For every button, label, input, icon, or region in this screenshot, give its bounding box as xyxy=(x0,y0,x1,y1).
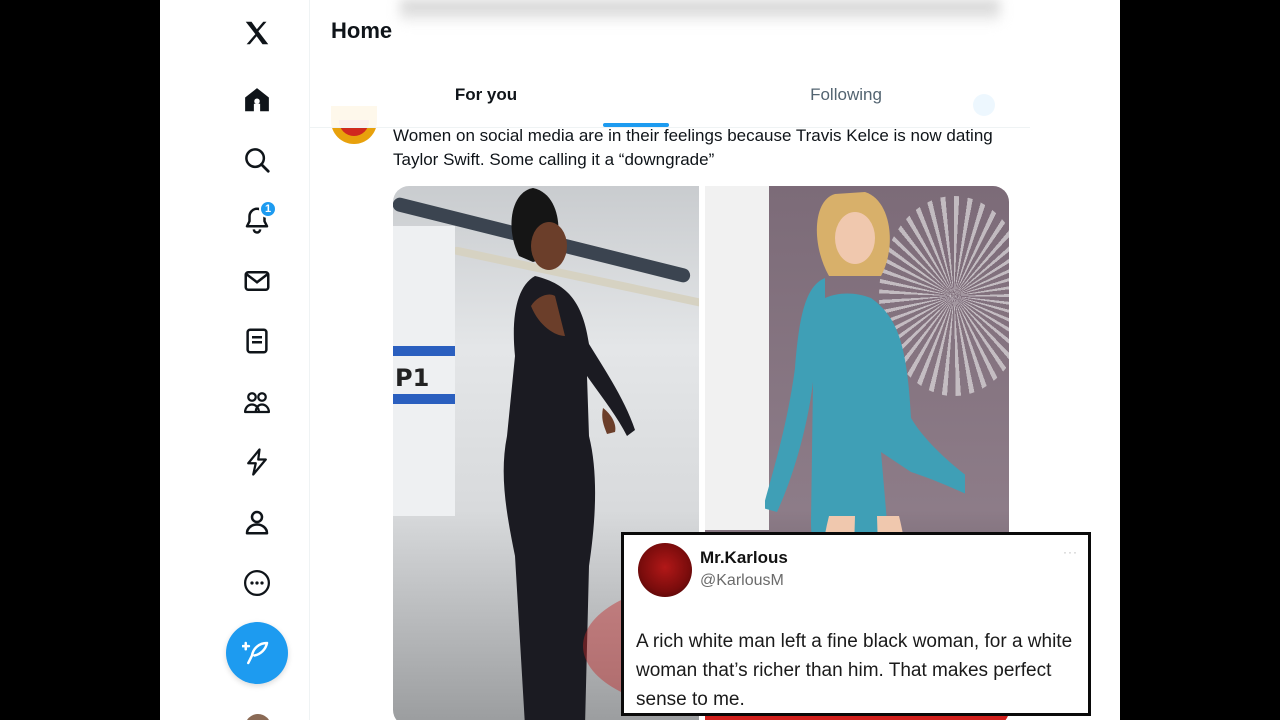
sidebar-nav: 1 xyxy=(160,0,310,720)
compose-feather-icon xyxy=(242,641,269,665)
app-frame: 1 Home Women on social media are in thei… xyxy=(160,0,1120,720)
quote-text: A rich white man left a fine black woman… xyxy=(636,631,1073,710)
pillar-stripe-bottom xyxy=(393,394,455,404)
pillar-stripe-top xyxy=(393,346,455,356)
tweet-text: Women on social media are in their feeli… xyxy=(393,126,993,169)
bell-icon[interactable]: 1 xyxy=(227,198,287,242)
tab-for-you-label: For you xyxy=(454,85,518,104)
backdrop-panel xyxy=(705,186,769,530)
quote-author-handle[interactable]: @KarlousM xyxy=(700,572,784,590)
person-icon[interactable] xyxy=(227,500,287,544)
compose-post-button[interactable] xyxy=(226,622,288,684)
tab-following-label: Following xyxy=(810,85,882,104)
page-title: Home xyxy=(331,18,393,43)
more-icon[interactable] xyxy=(227,561,287,605)
quote-author-avatar[interactable] xyxy=(638,543,692,597)
tab-for-you[interactable]: For you xyxy=(310,62,662,128)
quote-author-name[interactable]: Mr.Karlous xyxy=(700,548,788,568)
active-tab-indicator xyxy=(603,123,669,127)
notification-badge: 1 xyxy=(259,200,277,218)
main-timeline: Home Women on social media are in their … xyxy=(310,0,1091,720)
tab-following[interactable]: Following xyxy=(662,62,1030,128)
x-logo-icon[interactable] xyxy=(227,11,287,55)
account-avatar[interactable] xyxy=(245,714,271,720)
list-icon[interactable] xyxy=(227,319,287,363)
people-icon[interactable] xyxy=(227,380,287,424)
timeline-tabs: For you Following xyxy=(310,62,1030,128)
pillar-sign: P1 xyxy=(395,364,430,392)
mail-icon[interactable] xyxy=(227,259,287,303)
header-blur xyxy=(400,0,1000,22)
quote-card[interactable]: Mr.Karlous @KarlousM ··· A rich white ma… xyxy=(621,532,1091,716)
faint-badge xyxy=(973,94,995,116)
quote-more-icon[interactable]: ··· xyxy=(1063,545,1078,559)
bolt-icon[interactable] xyxy=(227,440,287,484)
search-icon[interactable] xyxy=(227,138,287,182)
home-icon[interactable] xyxy=(227,78,287,122)
